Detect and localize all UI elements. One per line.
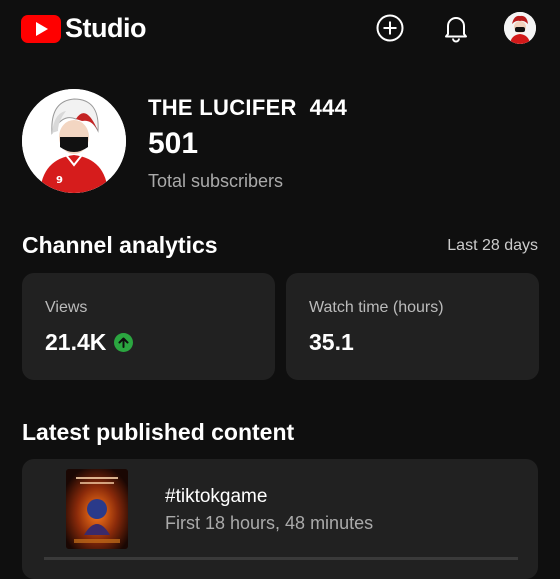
views-card[interactable]: Views 21.4K <box>22 273 275 380</box>
notifications-icon[interactable] <box>440 12 472 44</box>
views-value-row: 21.4K <box>45 329 134 356</box>
channel-name: THE LUCIFER 444 <box>148 95 348 120</box>
analytics-period[interactable]: Last 28 days <box>447 237 538 255</box>
latest-content-title: Latest published content <box>22 419 295 445</box>
video-thumbnail[interactable] <box>66 469 128 549</box>
youtube-play-icon <box>21 14 61 43</box>
studio-logo[interactable]: Studio <box>21 13 146 44</box>
top-app-bar: Studio <box>0 0 560 56</box>
latest-video-card[interactable]: #tiktokgame First 18 hours, 48 minutes <box>22 459 538 579</box>
account-avatar[interactable] <box>504 12 536 44</box>
watch-time-card[interactable]: Watch time (hours) 35.1 <box>286 273 539 380</box>
video-title[interactable]: #tiktokgame <box>165 486 267 508</box>
logo-text: Studio <box>65 13 146 43</box>
watch-time-value: 35.1 <box>309 329 354 355</box>
subscriber-label: Total subscribers <box>148 171 284 191</box>
video-meta: First 18 hours, 48 minutes <box>165 513 374 533</box>
views-value: 21.4K <box>45 329 107 355</box>
analytics-title: Channel analytics <box>22 232 218 258</box>
subscriber-count: 501 <box>148 127 199 160</box>
channel-summary: 9 THE LUCIFER 444 501 Total subscribers <box>22 89 542 193</box>
views-label: Views <box>45 299 88 316</box>
create-icon[interactable] <box>374 12 406 44</box>
jersey-number: 9 <box>56 175 63 186</box>
channel-avatar[interactable]: 9 <box>22 89 126 193</box>
trend-up-icon <box>114 333 134 352</box>
watch-time-label: Watch time (hours) <box>309 299 444 316</box>
